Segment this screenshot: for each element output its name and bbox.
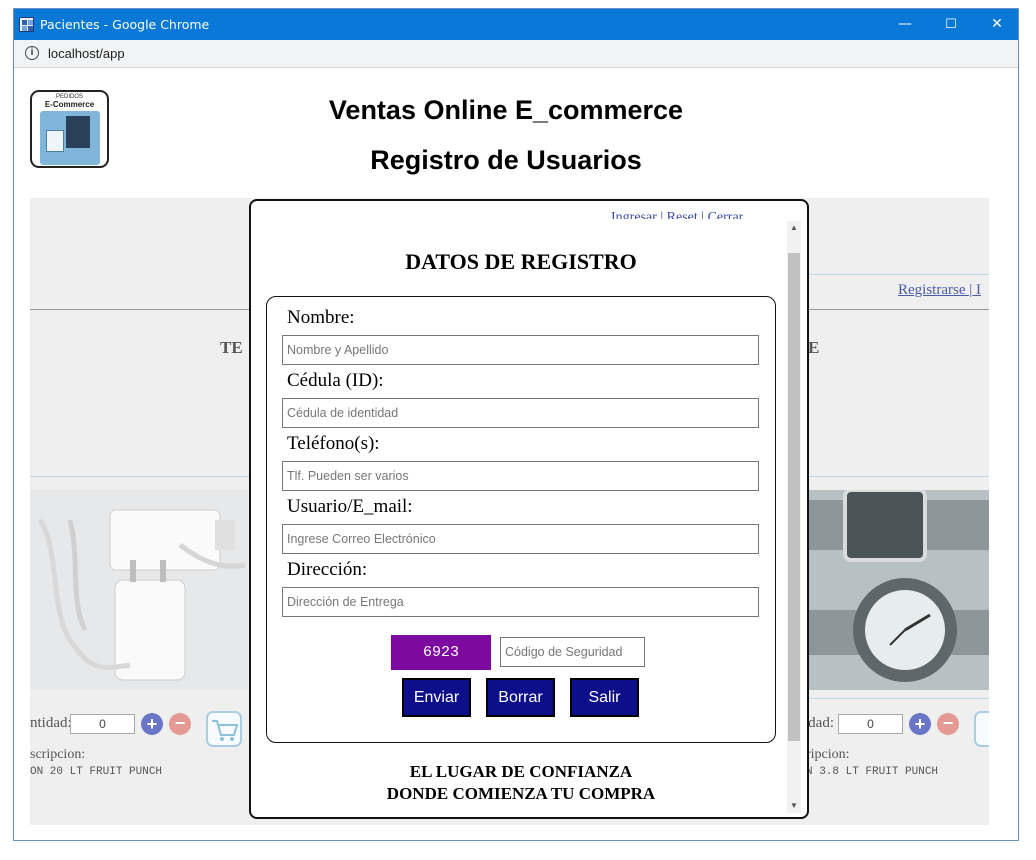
description-label: scripcion: [30,747,86,762]
scroll-down-icon[interactable]: ▼ [787,799,801,813]
captcha-input[interactable]: Código de Seguridad [500,637,645,667]
product-image-charger [30,490,248,690]
clear-button[interactable]: Borrar [486,678,555,717]
email-label: Usuario/E_mail: [287,496,413,517]
address-bar: i localhost/app [14,40,1018,68]
tagline-line-2: DONDE COMIENZA TU COMPRA [386,784,656,803]
plus-icon[interactable]: + [909,713,931,735]
cart-icon[interactable] [206,711,242,747]
section-heading-left: TE [220,338,243,357]
minus-icon[interactable]: − [937,713,959,735]
name-label: Nombre: [287,307,355,328]
minimize-button[interactable]: — [882,9,928,40]
page-subtitle: Registro de Usuarios [370,145,642,175]
browser-window: Pacientes - Google Chrome — ☐ ✕ i localh… [13,8,1019,841]
product-code: N 3.8 LT FRUIT PUNCH [806,766,939,778]
phone-label: Teléfono(s): [287,433,380,454]
send-button[interactable]: Enviar [402,678,471,717]
quantity-label: ntidad: [30,715,72,731]
url-text[interactable]: localhost/app [48,46,125,61]
quantity-input[interactable]: 0 [838,714,903,734]
chrome-app-icon [19,17,34,32]
nav-links[interactable]: Registrarse | I [898,282,981,299]
close-button[interactable]: ✕ [974,9,1018,40]
description-label: ripcion: [806,747,850,762]
name-input[interactable]: Nombre y Apellido [282,335,759,365]
product-image-watch [790,488,989,690]
id-label: Cédula (ID): [287,370,384,391]
modal-scrollbar[interactable]: ▲ ▼ [787,221,801,813]
captcha-code: 6923 [391,635,491,670]
product-code: ON 20 LT FRUIT PUNCH [30,766,163,778]
modal-title: DATOS DE REGISTRO [405,249,637,274]
email-input[interactable]: Ingrese Correo Electrónico [282,524,759,554]
scroll-up-icon[interactable]: ▲ [787,221,801,235]
plus-icon[interactable]: + [141,713,163,735]
id-input[interactable]: Cédula de identidad [282,398,759,428]
phone-input[interactable]: Tlf. Pueden ser varios [282,461,759,491]
tagline-line-1: EL LUGAR DE CONFIANZA [409,762,633,781]
address-label: Dirección: [287,559,368,580]
modal-top-links[interactable]: Ingresar | Reset | Cerrar [611,211,743,219]
exit-button[interactable]: Salir [570,678,639,717]
page-content: PEDIDOS E-Commerce Ventas Online E_comme… [14,68,1018,840]
title-bar: Pacientes - Google Chrome — ☐ ✕ [14,9,1018,40]
window-title: Pacientes - Google Chrome [40,17,210,32]
maximize-button[interactable]: ☐ [928,9,974,40]
page-title: Ventas Online E_commerce [328,95,684,125]
scrollbar-thumb[interactable] [788,253,800,741]
registration-form: Nombre: Nombre y Apellido Cédula (ID): C… [266,296,776,743]
quantity-input[interactable]: 0 [70,714,135,734]
registration-modal: Ingresar | Reset | Cerrar DATOS DE REGIS… [249,199,809,819]
cart-icon[interactable] [974,711,989,747]
minus-icon[interactable]: − [169,713,191,735]
info-icon[interactable]: i [25,46,39,60]
section-heading-right: E [808,338,820,357]
address-input[interactable]: Dirección de Entrega [282,587,759,617]
